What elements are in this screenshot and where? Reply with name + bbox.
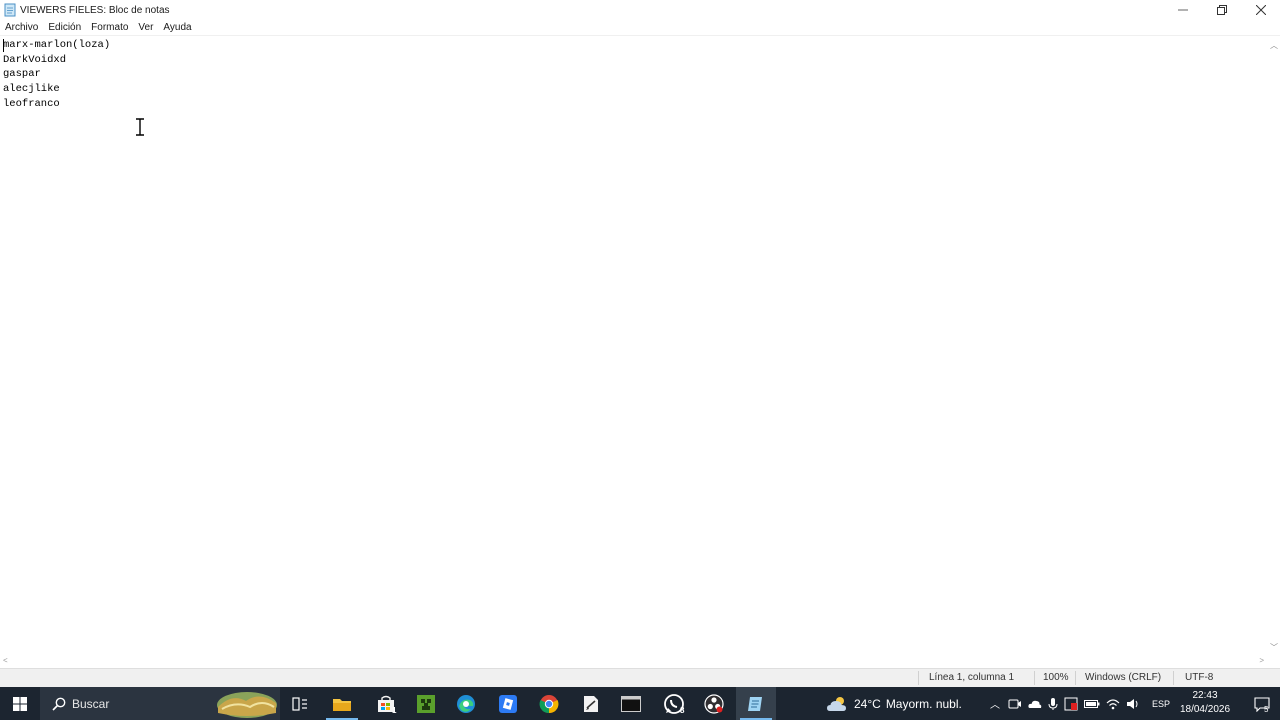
scroll-right-icon[interactable]: > — [1259, 656, 1264, 665]
roblox-button[interactable] — [488, 687, 528, 720]
window-controls — [1163, 0, 1280, 20]
editor-line: marx-marlon(loza) — [3, 39, 111, 51]
menu-formato[interactable]: Formato — [86, 22, 133, 33]
store-button[interactable]: 1 — [366, 687, 406, 720]
files-button[interactable] — [571, 687, 611, 720]
search-highlight-icon — [217, 692, 277, 718]
close-button[interactable] — [1241, 0, 1280, 20]
taskbar-search[interactable]: Buscar — [40, 687, 280, 720]
meet-now-icon[interactable] — [1008, 698, 1022, 710]
status-divider — [1075, 671, 1076, 685]
editor-content: marx-marlon(loza) DarkVoidxd gaspar alecjli… — [3, 38, 110, 112]
obs-button[interactable] — [694, 687, 734, 720]
cursor-position: Línea 1, columna 1 — [929, 672, 1015, 683]
clock-date: 18/04/2026 — [1179, 704, 1231, 715]
volume-icon[interactable] — [1126, 698, 1140, 710]
wifi-icon[interactable] — [1106, 698, 1120, 710]
close-icon — [1255, 5, 1266, 15]
scroll-up-icon[interactable]: ︿ — [1270, 40, 1278, 51]
whatsapp-badge: 8 — [680, 706, 685, 715]
scroll-left-icon[interactable]: < — [3, 656, 8, 665]
files-icon — [584, 695, 598, 712]
edge-button[interactable] — [446, 687, 486, 720]
task-view-icon — [292, 696, 307, 711]
editor-line: alecjlike — [3, 83, 60, 96]
status-divider — [1173, 671, 1174, 685]
minimize-icon — [1177, 9, 1188, 11]
file-explorer-button[interactable] — [322, 687, 362, 720]
scroll-down-icon[interactable]: ﹀ — [1270, 642, 1278, 653]
horizontal-scrollbar[interactable]: < > — [0, 655, 1267, 668]
minecraft-icon — [417, 694, 435, 713]
menu-ver[interactable]: Ver — [133, 22, 158, 33]
weather-temp: 24°C — [854, 696, 881, 711]
minecraft-button[interactable] — [406, 687, 446, 720]
microphone-icon[interactable] — [1048, 697, 1058, 711]
restore-icon — [1216, 5, 1227, 15]
file-explorer-icon — [333, 698, 351, 711]
terminal-button[interactable] — [611, 687, 651, 720]
notification-center-button[interactable]: 5 — [1244, 687, 1280, 720]
menu-edicion[interactable]: Edición — [43, 22, 86, 33]
terminal-icon — [621, 695, 641, 712]
screen: VIEWERS FIELES: Bloc de notas Archivo Ed… — [0, 0, 1280, 720]
show-hidden-icons-icon[interactable]: ︿ — [988, 696, 1002, 711]
cloudy-weather-icon — [827, 696, 846, 711]
chrome-icon — [539, 694, 559, 713]
restore-button[interactable] — [1202, 0, 1241, 20]
editor-line: leofranco — [3, 97, 60, 110]
taskbar-clock[interactable]: 22:43 18/04/2026 — [1172, 689, 1238, 717]
status-bar: Línea 1, columna 1 100% Windows (CRLF) U… — [0, 668, 1280, 687]
weather-description: Mayorm. nubl. — [885, 696, 962, 711]
notepad-icon — [748, 696, 762, 711]
status-divider — [1034, 671, 1035, 685]
line-ending: Windows (CRLF) — [1085, 672, 1162, 683]
system-tray: ︿ ESP — [988, 687, 1170, 720]
store-badge: 1 — [392, 706, 397, 715]
search-icon — [52, 697, 66, 711]
minimize-button[interactable] — [1163, 0, 1202, 20]
notepad-icon — [4, 3, 16, 17]
chrome-button[interactable] — [529, 687, 569, 720]
menu-bar: Archivo Edición Formato Ver Ayuda — [0, 20, 1280, 36]
obs-icon — [704, 693, 724, 714]
text-editor[interactable]: marx-marlon(loza) DarkVoidxd gaspar alecjli… — [0, 36, 1267, 655]
weather-widget[interactable]: 24°C Mayorm. nubl. — [826, 687, 962, 720]
clock-time: 22:43 — [1192, 690, 1218, 701]
window-title: VIEWERS FIELES: Bloc de notas — [20, 4, 170, 16]
editor-line: DarkVoidxd — [3, 53, 67, 66]
task-view-button[interactable] — [280, 687, 320, 720]
menu-archivo[interactable]: Archivo — [0, 22, 43, 33]
notepad-taskbar-button[interactable] — [736, 687, 776, 720]
taskbar: Buscar 1 8 24°C Mayorm. nubl. ︿ ESP 22:4… — [0, 687, 1280, 720]
ibeam-cursor-icon — [136, 118, 144, 136]
security-shield-icon[interactable] — [1064, 697, 1078, 711]
notification-count: 5 — [1264, 705, 1269, 714]
search-placeholder: Buscar — [72, 696, 110, 711]
windows-logo-icon — [13, 696, 27, 711]
vertical-scrollbar[interactable]: ︿ ﹀ — [1267, 36, 1280, 655]
language-indicator[interactable]: ESP — [1152, 699, 1170, 709]
encoding: UTF-8 — [1185, 672, 1214, 683]
text-caret — [3, 39, 4, 52]
menu-ayuda[interactable]: Ayuda — [158, 22, 196, 33]
start-button[interactable] — [0, 687, 40, 720]
title-bar: VIEWERS FIELES: Bloc de notas — [0, 0, 1280, 20]
onedrive-icon[interactable] — [1028, 698, 1042, 710]
zoom-level: 100% — [1043, 672, 1069, 683]
roblox-icon — [499, 694, 517, 713]
editor-line: gaspar — [3, 68, 41, 81]
edge-icon — [457, 694, 475, 713]
whatsapp-button[interactable]: 8 — [654, 687, 694, 720]
battery-icon[interactable] — [1084, 699, 1100, 709]
status-divider — [918, 671, 919, 685]
